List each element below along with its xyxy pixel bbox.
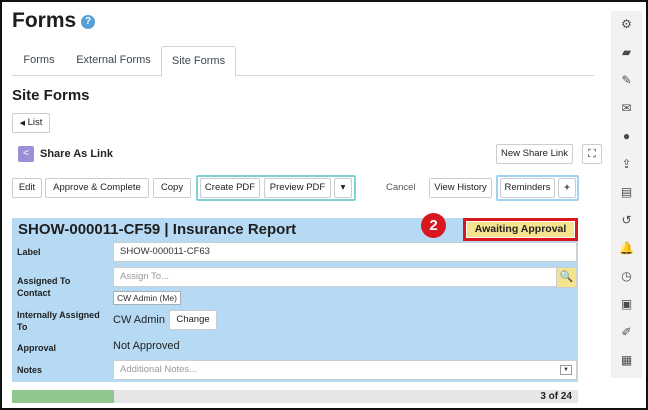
copy-button[interactable]: Copy [153,178,191,198]
cancel-link[interactable]: Cancel [386,182,416,193]
label-field[interactable]: SHOW-000011-CF63 [113,242,577,262]
section-title: Site Forms [12,87,90,104]
main-content: Forms ? Forms External Forms Site Forms … [2,2,602,410]
internally-assigned-label-line2: To [17,322,28,332]
internally-assigned-label-line1: Internally Assigned [17,310,100,320]
new-share-link-button[interactable]: New Share Link [496,144,573,164]
notes-placeholder: Additional Notes... [120,364,198,375]
list-button-label: List [27,117,43,128]
create-pdf-button[interactable]: Create PDF [200,178,260,198]
upload-icon[interactable]: ⇪ [619,157,634,172]
gear-icon[interactable]: ⚙ [619,17,634,32]
edit-icon[interactable]: ✎ [619,73,634,88]
approval-label: Approval [17,343,57,353]
app-window: Forms ? Forms External Forms Site Forms … [0,0,648,410]
share-as-link-label: Share As Link [40,148,113,160]
progress-text: 3 of 24 [540,391,572,402]
sms-icon[interactable]: ● [619,129,634,144]
preview-pdf-button[interactable]: Preview PDF [264,178,331,198]
right-toolbar: ⚙ ▰ ✎ ✉ ● ⇪ ▤ ↺ 🔔 ◷ ▣ ✐ ▦ [611,11,642,378]
status-badge-label: Awaiting Approval [467,222,574,237]
contact-card-icon[interactable]: ▤ [619,185,634,200]
notes-input[interactable]: Additional Notes... ▼ [113,360,577,380]
progress-bar: 3 of 24 [12,390,578,403]
edit-button[interactable]: Edit [12,178,42,198]
clock-icon[interactable]: ◷ [619,269,634,284]
notes-label: Notes [17,365,43,375]
brush-icon[interactable]: ✐ [619,325,634,340]
view-history-button[interactable]: View History [429,178,492,198]
note-icon[interactable]: ▰ [619,45,634,60]
assigned-contact-label-line2: Contact [17,288,51,298]
tab-forms[interactable]: Forms [12,46,66,76]
tab-site-forms[interactable]: Site Forms [161,46,236,77]
calculator-icon[interactable]: ▦ [619,353,634,368]
expand-icon[interactable]: ⛶ [582,144,602,164]
internally-assigned-value: CW Admin [113,314,165,326]
mail-icon[interactable]: ✉ [619,101,634,116]
reminders-button[interactable]: Reminders [500,178,555,198]
page-title: Forms [12,9,77,32]
status-badge: Awaiting Approval [463,218,578,241]
search-icon[interactable]: 🔍 [556,267,577,288]
change-button[interactable]: Change [169,310,217,330]
form-panel: SHOW-000011-CF59 | Insurance Report Awai… [12,218,578,382]
add-reminder-button[interactable]: + [558,178,576,198]
bell-icon[interactable]: 🔔 [619,241,634,256]
progress-fill [12,390,114,403]
tab-bar: Forms External Forms Site Forms [12,46,594,77]
caret-left-icon: ◀ [19,120,25,127]
pdf-dropdown-button[interactable]: ▾ [334,178,352,198]
list-button[interactable]: ◀ List [12,113,50,133]
assign-to-input[interactable]: Assign To... [113,267,557,287]
assigned-contact-chip[interactable]: CW Admin (Me) [113,291,181,305]
share-icon: < [18,146,34,162]
approval-value: Not Approved [113,340,180,352]
form-title: SHOW-000011-CF59 | Insurance Report [18,221,297,238]
chevron-down-icon[interactable]: ▼ [560,365,572,375]
approve-complete-button[interactable]: Approve & Complete [45,178,149,198]
history-icon[interactable]: ↺ [619,213,634,228]
help-icon[interactable]: ? [81,15,95,29]
image-icon[interactable]: ▣ [619,297,634,312]
tab-external-forms[interactable]: External Forms [66,46,161,76]
label-field-label: Label [17,247,41,257]
assigned-contact-label-line1: Assigned To [17,276,71,286]
step-number-badge: 2 [421,213,446,238]
